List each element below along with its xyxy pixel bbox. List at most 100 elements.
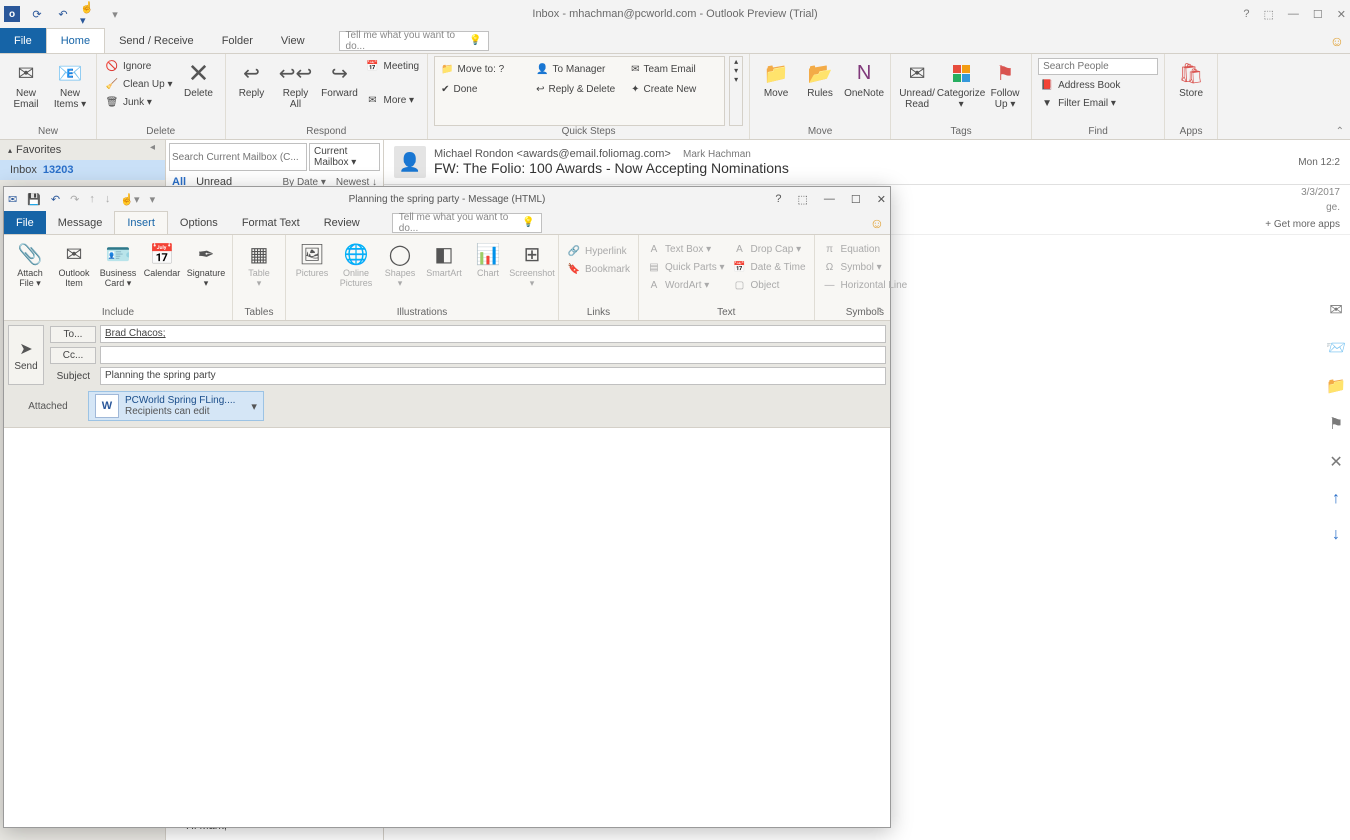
collapse-nav-icon[interactable]: ◂: [150, 142, 155, 153]
new-items-button[interactable]: 📧NewItems ▾: [50, 56, 90, 110]
qs-reply-delete[interactable]: ↩Reply & Delete: [532, 79, 627, 99]
compose-customize-qat-icon[interactable]: ▾: [150, 193, 156, 206]
business-card-button[interactable]: 🪪BusinessCard ▾: [98, 237, 138, 289]
reply-button[interactable]: ↩Reply: [232, 56, 272, 99]
junk-button[interactable]: 🗑Junk ▾: [103, 94, 175, 110]
down-arrow-icon[interactable]: ↓: [1332, 526, 1340, 544]
bookmark-button[interactable]: 🔖Bookmark: [565, 261, 632, 277]
compose-tab-format-text[interactable]: Format Text: [230, 211, 312, 234]
store-button[interactable]: 🛍Store: [1171, 56, 1211, 99]
delete-button[interactable]: ✕Delete: [179, 56, 219, 99]
filter-email-button[interactable]: ▼Filter Email ▾: [1038, 95, 1158, 111]
unread-read-button[interactable]: ✉Unread/Read: [897, 56, 937, 110]
compose-undo-qat-icon[interactable]: ↶: [51, 193, 60, 206]
text-box-button[interactable]: AText Box ▾: [645, 241, 726, 257]
compose-maximize-icon[interactable]: ☐: [851, 193, 861, 206]
symbol-button[interactable]: ΩSymbol ▾: [821, 259, 910, 275]
rules-button[interactable]: 📂Rules: [800, 56, 840, 99]
to-button[interactable]: To...: [50, 326, 96, 343]
qs-expand-icon[interactable]: ▾: [730, 75, 742, 84]
attach-file-button[interactable]: 📎AttachFile ▾: [10, 237, 50, 289]
qs-create-new[interactable]: ✦Create New: [627, 79, 722, 99]
qs-up-icon[interactable]: ▴: [730, 57, 742, 66]
minimize-icon[interactable]: —: [1288, 8, 1299, 21]
compose-tab-options[interactable]: Options: [168, 211, 230, 234]
collapse-ribbon-icon[interactable]: ⌃: [1336, 126, 1344, 137]
table-button[interactable]: ▦Table▾: [239, 237, 279, 289]
compose-tab-insert[interactable]: Insert: [114, 211, 168, 234]
touch-mode-qat-icon[interactable]: ☝▾: [80, 5, 98, 23]
compose-popout-icon[interactable]: ⬚: [798, 193, 808, 206]
follow-up-button[interactable]: ⚑FollowUp ▾: [985, 56, 1025, 110]
search-mailbox-input[interactable]: [169, 143, 307, 171]
tab-send-receive[interactable]: Send / Receive: [105, 28, 208, 53]
up-arrow-icon[interactable]: ↑: [1332, 490, 1340, 508]
screenshot-button[interactable]: ⊞Screenshot▾: [512, 237, 552, 289]
horizontal-line-button[interactable]: —Horizontal Line: [821, 277, 910, 293]
equation-button[interactable]: πEquation: [821, 241, 910, 257]
forward-button[interactable]: ↪Forward: [320, 56, 360, 99]
qs-done[interactable]: ✔Done: [437, 79, 532, 99]
compose-tab-file[interactable]: File: [4, 211, 46, 234]
shapes-button[interactable]: ◯Shapes▾: [380, 237, 420, 289]
qs-team-email[interactable]: ✉Team Email: [627, 59, 722, 79]
cc-button[interactable]: Cc...: [50, 347, 96, 364]
smartart-button[interactable]: ◧SmartArt: [424, 237, 464, 279]
online-pictures-button[interactable]: 🌐OnlinePictures: [336, 237, 376, 289]
chart-button[interactable]: 📊Chart: [468, 237, 508, 279]
to-field[interactable]: Brad Chacos;: [100, 325, 886, 343]
calendar-button[interactable]: 📅Calendar: [142, 237, 182, 279]
compose-tell-me[interactable]: Tell me what you want to do...💡: [392, 213, 542, 233]
help-icon[interactable]: ?: [1243, 8, 1249, 21]
qs-down-icon[interactable]: ▾: [730, 66, 742, 75]
ribbon-display-icon[interactable]: ⬚: [1264, 8, 1274, 21]
compose-close-icon[interactable]: ✕: [877, 193, 886, 206]
mark-unread-icon[interactable]: ✉: [1329, 300, 1342, 320]
compose-next-qat-icon[interactable]: ↓: [105, 193, 111, 206]
drop-cap-button[interactable]: ADrop Cap ▾: [731, 241, 808, 257]
folder-side-icon[interactable]: 📁: [1326, 376, 1346, 396]
quick-steps-gallery[interactable]: 📁Move to: ? 👤To Manager ✉Team Email ✔Don…: [434, 56, 725, 126]
favorites-header[interactable]: Favorites◂: [0, 140, 165, 160]
subject-field[interactable]: Planning the spring party: [100, 367, 886, 385]
address-book-button[interactable]: 📕Address Book: [1038, 77, 1158, 93]
feedback-smile-icon[interactable]: ☺: [1330, 33, 1344, 49]
clean-up-button[interactable]: 🧹Clean Up ▾: [103, 76, 175, 92]
meeting-button[interactable]: 📅Meeting: [364, 58, 422, 74]
envelope-open-icon[interactable]: 📨: [1326, 338, 1346, 358]
tab-view[interactable]: View: [267, 28, 319, 53]
compose-prev-qat-icon[interactable]: ↑: [89, 193, 95, 206]
tab-folder[interactable]: Folder: [208, 28, 267, 53]
quick-parts-button[interactable]: ▤Quick Parts ▾: [645, 259, 726, 275]
compose-help-icon[interactable]: ?: [775, 193, 781, 206]
tab-home[interactable]: Home: [46, 28, 105, 53]
ignore-button[interactable]: 🚫Ignore: [103, 58, 175, 74]
search-scope-dropdown[interactable]: Current Mailbox ▾: [309, 143, 380, 171]
attachment-dropdown-icon[interactable]: ▾: [251, 400, 257, 413]
object-button[interactable]: ▢Object: [731, 277, 808, 293]
more-respond-button[interactable]: ✉More ▾: [364, 92, 422, 108]
tab-file[interactable]: File: [0, 28, 46, 53]
compose-collapse-ribbon-icon[interactable]: ⌃: [876, 307, 884, 318]
compose-send-qat-icon[interactable]: ✉: [8, 193, 17, 206]
wordart-button[interactable]: AWordArt ▾: [645, 277, 726, 293]
nav-inbox[interactable]: Inbox13203: [0, 160, 165, 180]
hyperlink-button[interactable]: 🔗Hyperlink: [565, 243, 632, 259]
reply-all-button[interactable]: ↩↩ReplyAll: [276, 56, 316, 110]
new-email-button[interactable]: ✉NewEmail: [6, 56, 46, 110]
qs-move-to[interactable]: 📁Move to: ?: [437, 59, 532, 79]
flag-side-icon[interactable]: ⚑: [1329, 414, 1343, 434]
move-button[interactable]: 📁Move: [756, 56, 796, 99]
compose-redo-qat-icon[interactable]: ↷: [70, 193, 79, 206]
close-icon[interactable]: ✕: [1337, 8, 1346, 21]
compose-minimize-icon[interactable]: —: [824, 193, 835, 206]
cc-field[interactable]: [100, 346, 886, 364]
search-people-input[interactable]: [1038, 58, 1158, 75]
pictures-button[interactable]: 🖼Pictures: [292, 237, 332, 279]
undo-qat-icon[interactable]: ↶: [54, 5, 72, 23]
compose-body[interactable]: [4, 427, 890, 827]
onenote-button[interactable]: NOneNote: [844, 56, 884, 99]
categorize-button[interactable]: Categorize▾: [941, 56, 981, 110]
compose-smile-icon[interactable]: ☺: [870, 215, 884, 231]
compose-tab-review[interactable]: Review: [312, 211, 372, 234]
